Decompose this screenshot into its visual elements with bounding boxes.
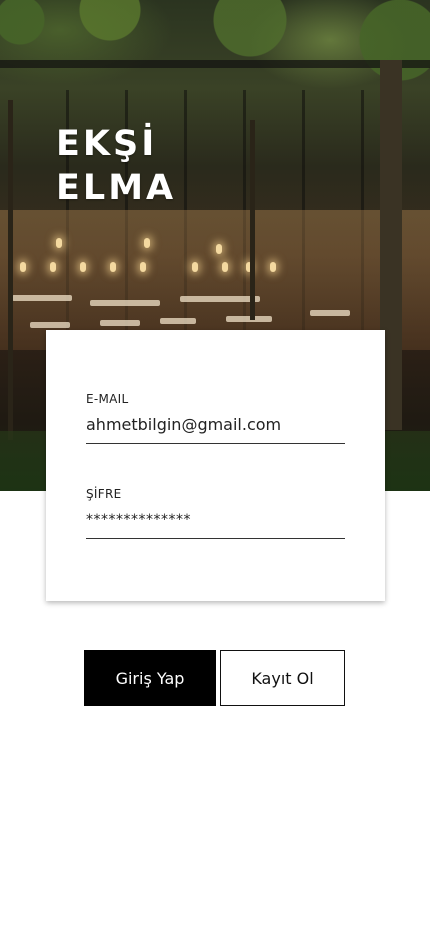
dining-table bbox=[90, 300, 160, 306]
email-field[interactable]: E-MAIL ahmetbilgin@gmail.com bbox=[86, 392, 345, 444]
email-underline bbox=[86, 443, 345, 444]
password-field[interactable]: ŞİFRE ************** bbox=[86, 487, 345, 539]
pendant-lamp bbox=[50, 262, 56, 272]
dining-table bbox=[180, 296, 260, 302]
app-logo: EKŞİ ELMA bbox=[56, 122, 176, 210]
dining-table bbox=[12, 295, 72, 301]
pendant-lamp bbox=[80, 262, 86, 272]
tree-trunk bbox=[250, 120, 255, 320]
pendant-lamp bbox=[20, 262, 26, 272]
pendant-lamp bbox=[140, 262, 146, 272]
pendant-lamp bbox=[270, 262, 276, 272]
brand-line-2: ELMA bbox=[56, 168, 177, 208]
pendant-lamp bbox=[110, 262, 116, 272]
restaurant-interior bbox=[0, 210, 430, 350]
password-label: ŞİFRE bbox=[86, 487, 122, 501]
dining-table bbox=[30, 322, 70, 328]
dining-table bbox=[100, 320, 140, 326]
pendant-lamp bbox=[216, 244, 222, 254]
pendant-lamp bbox=[56, 238, 62, 248]
brand-line-1: EKŞİ bbox=[56, 124, 158, 164]
login-button[interactable]: Giriş Yap bbox=[84, 650, 216, 706]
login-card: E-MAIL ahmetbilgin@gmail.com ŞİFRE *****… bbox=[46, 330, 385, 601]
register-button[interactable]: Kayıt Ol bbox=[220, 650, 345, 706]
dining-table bbox=[310, 310, 350, 316]
pendant-lamp bbox=[192, 262, 198, 272]
roof-beam bbox=[0, 60, 430, 68]
pendant-lamp bbox=[222, 262, 228, 272]
email-label: E-MAIL bbox=[86, 392, 129, 406]
dining-table bbox=[160, 318, 196, 324]
tree-trunk bbox=[8, 100, 13, 440]
password-input[interactable]: ************** bbox=[86, 509, 345, 531]
email-input[interactable]: ahmetbilgin@gmail.com bbox=[86, 414, 345, 436]
password-underline bbox=[86, 538, 345, 539]
pendant-lamp bbox=[144, 238, 150, 248]
dining-table bbox=[226, 316, 272, 322]
